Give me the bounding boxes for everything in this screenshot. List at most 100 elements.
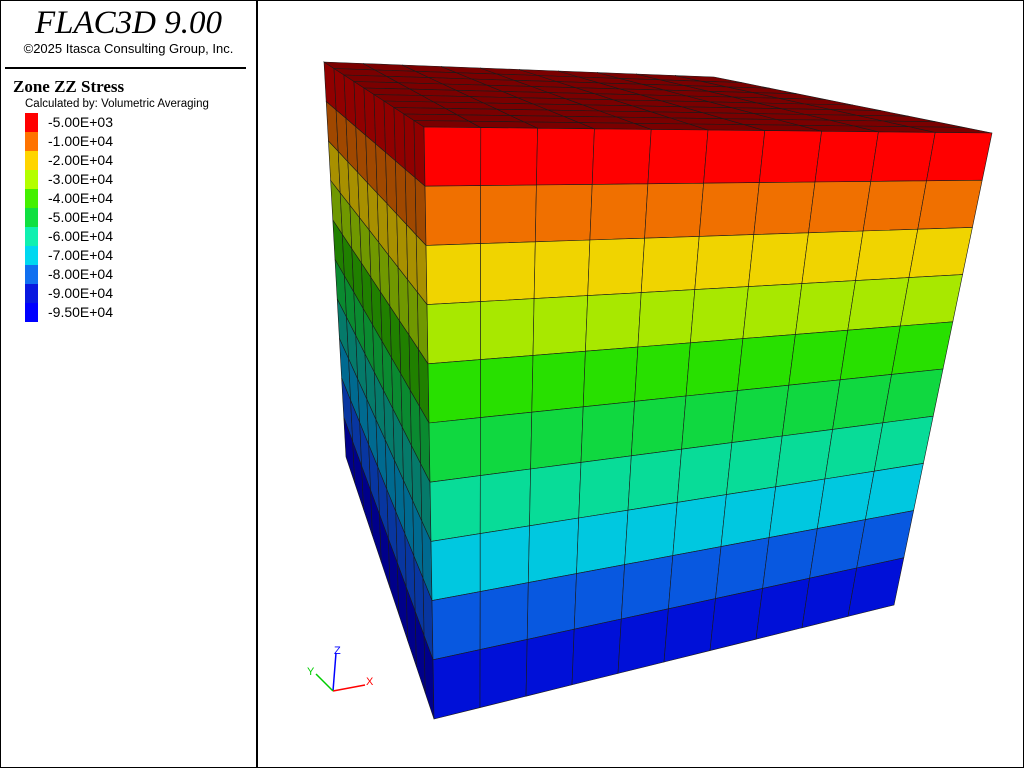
legend-label: -9.00E+04 (48, 285, 113, 301)
side-zone (403, 113, 416, 179)
z-axis-line (332, 652, 337, 692)
x-axis-line (332, 684, 366, 692)
front-zone (480, 127, 538, 186)
front-zone (690, 286, 749, 344)
front-zone (571, 618, 622, 686)
front-zone (576, 509, 629, 574)
front-zone (694, 234, 755, 290)
front-zone (862, 180, 927, 232)
legend-label: -8.00E+04 (48, 266, 113, 282)
front-zone (617, 608, 669, 674)
front-zone (425, 243, 481, 305)
legend-swatch (25, 170, 38, 189)
y-axis-line (315, 673, 334, 692)
z-axis-label: Z (334, 645, 341, 657)
front-zone (737, 334, 796, 391)
front-zone (917, 179, 983, 230)
front-zone (479, 468, 531, 534)
front-zone (525, 628, 575, 697)
model-top-face (322, 61, 993, 134)
front-zone (480, 184, 537, 244)
legend-title: Zone ZZ Stress (13, 77, 125, 96)
front-zone (698, 182, 760, 237)
y-axis-label: Y (307, 666, 315, 678)
legend-swatch (25, 151, 38, 170)
front-zone (781, 379, 841, 437)
front-zone (640, 236, 700, 293)
front-zone (527, 517, 580, 583)
front-zone (647, 129, 709, 185)
front-zone (480, 355, 534, 418)
front-zone (429, 475, 481, 542)
front-zone (808, 181, 872, 234)
front-zone (742, 283, 803, 339)
front-zone (873, 415, 934, 472)
front-zone (432, 649, 481, 720)
front-zone (637, 289, 696, 348)
front-zone (423, 126, 482, 187)
front-zone (536, 127, 595, 186)
front-zone (726, 435, 783, 495)
model-side-face (323, 61, 435, 720)
front-zone (430, 533, 481, 601)
app-title: FLAC3D 9.00 (34, 5, 222, 41)
front-zone (585, 292, 642, 352)
front-zone (882, 368, 944, 424)
front-zone (424, 185, 482, 246)
front-zone (775, 429, 833, 488)
legend-swatch (25, 265, 38, 284)
front-zone (479, 639, 528, 708)
axes-triad: Z X Y (307, 645, 374, 692)
front-zone (899, 274, 963, 327)
front-zone (908, 227, 973, 278)
front-zone (533, 239, 591, 299)
front-zone (839, 325, 901, 381)
front-zone (748, 232, 809, 287)
front-zone (663, 598, 716, 663)
title-divider (5, 67, 246, 69)
legend-swatch (25, 113, 38, 132)
front-zone (532, 295, 589, 356)
front-zone (801, 230, 864, 284)
front-zone (685, 338, 744, 397)
legend-swatch (25, 208, 38, 227)
front-zone (427, 359, 481, 424)
front-zone (753, 181, 816, 235)
x-axis-label: X (366, 676, 374, 688)
legend-label: -1.00E+04 (48, 133, 113, 149)
front-zone (578, 455, 632, 519)
front-zone (589, 183, 649, 241)
front-zone (529, 462, 582, 527)
model-scene[interactable]: Z X Y (258, 1, 1024, 768)
front-zone (630, 395, 687, 457)
side-zone (413, 119, 426, 187)
front-zone (479, 525, 530, 592)
front-zone (672, 494, 727, 556)
legend-swatch (25, 132, 38, 151)
legend-panel: FLAC3D 9.00 ©2025 Itasca Consulting Grou… (1, 1, 258, 767)
front-zone (681, 390, 738, 450)
model-viewport[interactable]: Z X Y (258, 1, 1024, 768)
front-zone (526, 573, 577, 640)
legend-label: -6.00E+04 (48, 228, 113, 244)
front-zone (865, 463, 924, 520)
front-zone (627, 448, 682, 511)
front-zone (644, 182, 704, 239)
front-zone (624, 502, 678, 565)
graphics-window: FLAC3D 9.00 ©2025 Itasca Consulting Grou… (0, 0, 1024, 768)
model-front-face (423, 126, 993, 720)
legend-label: -4.00E+04 (48, 190, 113, 206)
front-zone (788, 329, 849, 386)
side-zone (393, 106, 406, 170)
front-zone (534, 184, 593, 243)
front-zone (847, 277, 910, 331)
legend-swatch (25, 284, 38, 303)
front-zone (479, 411, 533, 476)
front-zone (426, 301, 481, 365)
front-zone (530, 406, 584, 470)
legend-label: -5.00E+03 (48, 114, 113, 130)
front-zone (431, 591, 481, 661)
copyright-text: ©2025 Itasca Consulting Group, Inc. (23, 41, 234, 56)
front-zone (814, 130, 879, 183)
front-zone (676, 442, 733, 503)
